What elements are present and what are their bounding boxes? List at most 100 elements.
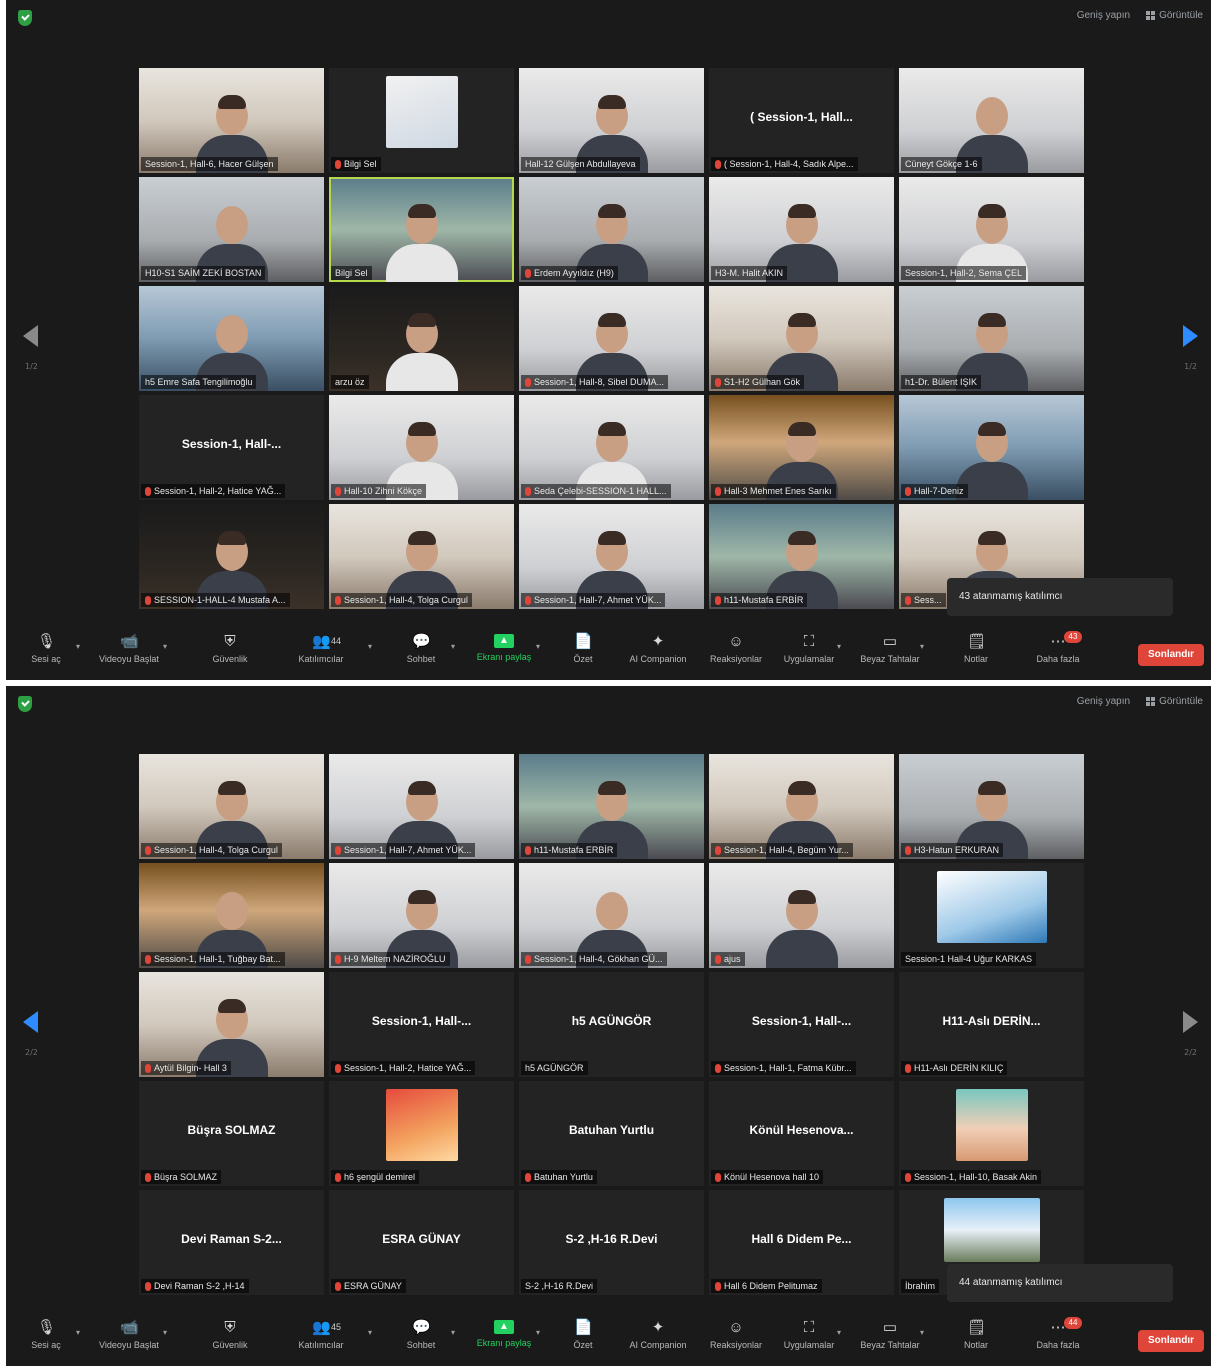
unmute-button[interactable]: 🎙 Sesi aç bbox=[6, 634, 86, 665]
participant-tile[interactable]: h5 Emre Safa Tengilimoğlu bbox=[139, 286, 324, 391]
participant-tile[interactable]: Büşra SOLMAZ Büşra SOLMAZ bbox=[139, 1081, 324, 1186]
participant-tile[interactable]: Cüneyt Gökçe 1-6 bbox=[899, 68, 1084, 173]
apps-options-caret-icon[interactable]: ▾ bbox=[837, 642, 841, 651]
participant-tile[interactable]: ajus bbox=[709, 863, 894, 968]
participant-tile[interactable]: Erdem Ayyıldız (H9) bbox=[519, 177, 704, 282]
participant-tile[interactable]: Session-1, Hall-8, Sibel DUMA... bbox=[519, 286, 704, 391]
participant-tile[interactable]: S1-H2 Gülhan Gök bbox=[709, 286, 894, 391]
participant-tile[interactable]: Hall-10 Zihni Kökçe bbox=[329, 395, 514, 500]
chat-options-caret-icon[interactable]: ▾ bbox=[451, 1328, 455, 1337]
share-screen-button[interactable]: ▲ Ekranı paylaş bbox=[464, 1320, 544, 1348]
participant-tile[interactable]: Hall 6 Didem Pe... Hall 6 Didem Pelitumaz bbox=[709, 1190, 894, 1295]
share-options-caret-icon[interactable]: ▾ bbox=[536, 1328, 540, 1337]
participant-tile[interactable]: H11-Aslı DERİN... H11-Aslı DERİN KILIÇ bbox=[899, 972, 1084, 1077]
reactions-button[interactable]: ☺ Reaksiyonlar bbox=[696, 1320, 776, 1351]
more-button[interactable]: ⋯ 43 Daha fazla bbox=[1018, 631, 1098, 664]
fullscreen-button[interactable]: Geniş yapın bbox=[1077, 696, 1130, 707]
participant-tile[interactable]: ( Session-1, Hall... ( Session-1, Hall-4,… bbox=[709, 68, 894, 173]
chat-button[interactable]: 💬 Sohbet bbox=[381, 634, 461, 665]
reactions-button[interactable]: ☺ Reaksiyonlar bbox=[696, 634, 776, 665]
participant-tile[interactable]: Session-1, Hall-4, Tolga Curgul bbox=[139, 754, 324, 859]
whiteboards-button[interactable]: ▭ Beyaz Tahtalar bbox=[850, 1320, 930, 1351]
participant-name-tag: Session-1, Hall-4, Gökhan GÜ... bbox=[521, 952, 667, 966]
apps-options-caret-icon[interactable]: ▾ bbox=[837, 1328, 841, 1337]
participant-tile[interactable]: h1-Dr. Bülent IŞIK bbox=[899, 286, 1084, 391]
participants-button[interactable]: 👥 45 Katılımcılar bbox=[281, 1320, 361, 1351]
participant-tile[interactable]: Session-1 Hall-4 Uğur KARKAS bbox=[899, 863, 1084, 968]
participants-options-caret-icon[interactable]: ▾ bbox=[368, 1328, 372, 1337]
participant-tile[interactable]: Hall-7-Deniz bbox=[899, 395, 1084, 500]
ai-companion-button[interactable]: ✦ AI Companion bbox=[618, 1320, 698, 1351]
chat-button[interactable]: 💬 Sohbet bbox=[381, 1320, 461, 1351]
summary-button[interactable]: 📄 Özet bbox=[543, 1320, 623, 1351]
participant-tile[interactable]: Session-1, Hall-4, Begüm Yur... bbox=[709, 754, 894, 859]
start-video-button[interactable]: 📹 Videoyu Başlat bbox=[89, 634, 169, 665]
participants-button[interactable]: 👥 44 Katılımcılar bbox=[281, 634, 361, 665]
participant-tile[interactable]: h11-Mustafa ERBİR bbox=[519, 754, 704, 859]
whiteboards-button[interactable]: ▭ Beyaz Tahtalar bbox=[850, 634, 930, 665]
participant-tile[interactable]: Session-1, Hall-... Session-1, Hall-2, Ha… bbox=[139, 395, 324, 500]
participant-tile[interactable]: H3-M. Halit AKIN bbox=[709, 177, 894, 282]
next-page-arrow-icon[interactable] bbox=[1183, 1011, 1198, 1033]
participant-tile[interactable]: h5 AGÜNGÖR h5 AGÜNGÖR bbox=[519, 972, 704, 1077]
participant-tile[interactable]: Seda Çelebi-SESSION-1 HALL... bbox=[519, 395, 704, 500]
view-button[interactable]: Görüntüle bbox=[1146, 696, 1203, 707]
more-button[interactable]: ⋯ 44 Daha fazla bbox=[1018, 1317, 1098, 1350]
whiteboards-options-caret-icon[interactable]: ▾ bbox=[920, 1328, 924, 1337]
participant-tile[interactable]: Session-1, Hall-7, Ahmet YÜK... bbox=[519, 504, 704, 609]
whiteboards-options-caret-icon[interactable]: ▾ bbox=[920, 642, 924, 651]
share-screen-button[interactable]: ▲ Ekranı paylaş bbox=[464, 634, 544, 662]
next-page-arrow-icon[interactable] bbox=[1183, 325, 1198, 347]
previous-page-arrow-icon[interactable] bbox=[23, 1011, 38, 1033]
video-options-caret-icon[interactable]: ▾ bbox=[163, 642, 167, 651]
security-button[interactable]: ⛨ Güvenlik bbox=[190, 1320, 270, 1351]
participant-tile[interactable]: Batuhan Yurtlu Batuhan Yurtlu bbox=[519, 1081, 704, 1186]
participant-tile[interactable]: Aytül Bilgin- Hall 3 bbox=[139, 972, 324, 1077]
fullscreen-button[interactable]: Geniş yapın bbox=[1077, 10, 1130, 21]
participant-tile[interactable]: Session-1, Hall-4, Tolga Curgul bbox=[329, 504, 514, 609]
share-options-caret-icon[interactable]: ▾ bbox=[536, 642, 540, 651]
security-shield-icon[interactable] bbox=[18, 696, 32, 712]
notes-button[interactable]: 🗒 Notlar bbox=[936, 634, 1016, 665]
participant-tile[interactable]: h6 şengül demirel bbox=[329, 1081, 514, 1186]
participant-tile[interactable]: SESSION-1-HALL-4 Mustafa A... bbox=[139, 504, 324, 609]
notes-button[interactable]: 🗒 Notlar bbox=[936, 1320, 1016, 1351]
security-button[interactable]: ⛨ Güvenlik bbox=[190, 634, 270, 665]
participant-tile[interactable]: H10-S1 SAİM ZEKİ BOSTAN bbox=[139, 177, 324, 282]
video-options-caret-icon[interactable]: ▾ bbox=[163, 1328, 167, 1337]
end-meeting-button[interactable]: Sonlandır bbox=[1138, 644, 1204, 666]
participant-tile[interactable]: Session-1, Hall-6, Hacer Gülşen bbox=[139, 68, 324, 173]
participants-options-caret-icon[interactable]: ▾ bbox=[368, 642, 372, 651]
participant-tile[interactable]: Bilgi Sel bbox=[329, 68, 514, 173]
participant-tile[interactable]: Hall-12 Gülşen Abdullayeva bbox=[519, 68, 704, 173]
participant-tile[interactable]: Session-1, Hall-... Session-1, Hall-2, Ha… bbox=[329, 972, 514, 1077]
participant-name-tag: Hall 6 Didem Pelitumaz bbox=[711, 1279, 822, 1293]
previous-page-arrow-icon[interactable] bbox=[23, 325, 38, 347]
audio-options-caret-icon[interactable]: ▾ bbox=[76, 642, 80, 651]
view-button[interactable]: Görüntüle bbox=[1146, 10, 1203, 21]
audio-options-caret-icon[interactable]: ▾ bbox=[76, 1328, 80, 1337]
participant-tile[interactable]: S-2 ,H-16 R.Devi S-2 ,H-16 R.Devi bbox=[519, 1190, 704, 1295]
security-shield-icon[interactable] bbox=[18, 10, 32, 26]
participant-tile[interactable]: Devi Raman S-2... Devi Raman S-2 ,H-14 bbox=[139, 1190, 324, 1295]
ai-companion-button[interactable]: ✦ AI Companion bbox=[618, 634, 698, 665]
participant-tile[interactable]: arzu öz bbox=[329, 286, 514, 391]
participant-tile[interactable]: Session-1, Hall-4, Gökhan GÜ... bbox=[519, 863, 704, 968]
participant-tile[interactable]: Session-1, Hall-1, Tuğbay Bat... bbox=[139, 863, 324, 968]
unmute-button[interactable]: 🎙 Sesi aç bbox=[6, 1320, 86, 1351]
start-video-button[interactable]: 📹 Videoyu Başlat bbox=[89, 1320, 169, 1351]
participant-tile[interactable]: Hall-3 Mehmet Enes Sarıkı bbox=[709, 395, 894, 500]
participant-tile[interactable]: H-9 Meltem NAZİROĞLU bbox=[329, 863, 514, 968]
participant-tile[interactable]: H3-Hatun ERKURAN bbox=[899, 754, 1084, 859]
summary-button[interactable]: 📄 Özet bbox=[543, 634, 623, 665]
chat-options-caret-icon[interactable]: ▾ bbox=[451, 642, 455, 651]
participant-tile[interactable]: Bilgi Sel bbox=[329, 177, 514, 282]
participant-tile[interactable]: Session-1, Hall-10, Basak Akin bbox=[899, 1081, 1084, 1186]
participant-tile[interactable]: Könül Hesenova... Könül Hesenova hall 10 bbox=[709, 1081, 894, 1186]
participant-tile[interactable]: ESRA GÜNAY ESRA GÜNAY bbox=[329, 1190, 514, 1295]
participant-tile[interactable]: h11-Mustafa ERBİR bbox=[709, 504, 894, 609]
participant-tile[interactable]: Session-1, Hall-... Session-1, Hall-1, Fa… bbox=[709, 972, 894, 1077]
end-meeting-button[interactable]: Sonlandır bbox=[1138, 1330, 1204, 1352]
participant-tile[interactable]: Session-1, Hall-2, Sema ÇEL bbox=[899, 177, 1084, 282]
participant-tile[interactable]: Session-1, Hall-7, Ahmet YÜK... bbox=[329, 754, 514, 859]
